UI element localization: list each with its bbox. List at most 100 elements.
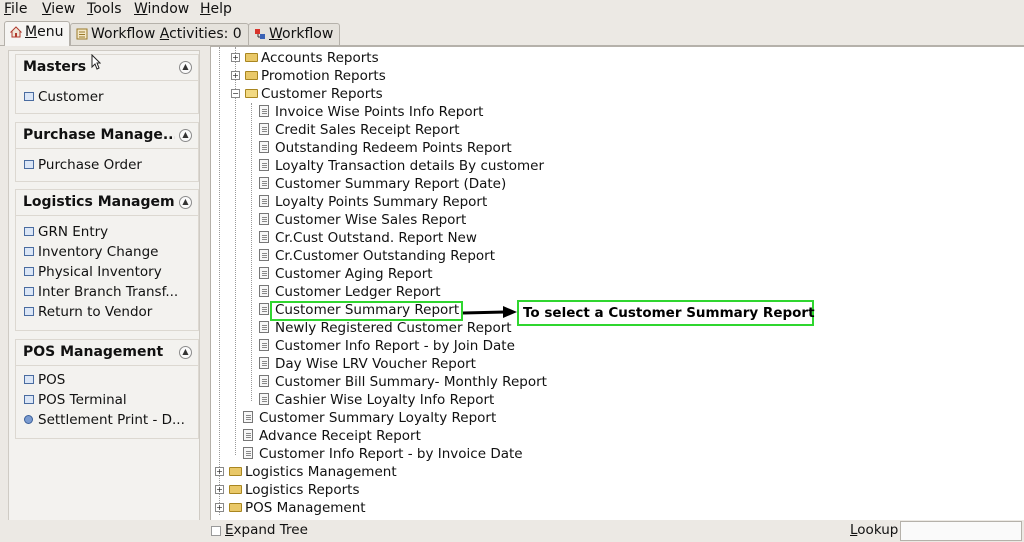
window-icon [24, 160, 34, 169]
group-header[interactable]: Logistics Managem... ▲ [16, 190, 198, 216]
tree-report[interactable]: Customer Info Report - by Join Date [259, 337, 659, 355]
window-icon [24, 287, 34, 296]
tree-folder-accounts-reports[interactable]: + Accounts Reports [231, 49, 531, 67]
tree-folder-logistics-management[interactable]: + Logistics Management [215, 463, 515, 481]
tree-report[interactable]: Day Wise LRV Voucher Report [259, 355, 659, 373]
expand-icon[interactable]: + [215, 467, 224, 476]
window-icon [24, 227, 34, 236]
report-tree: + Accounts Reports + Promotion Reports −… [210, 46, 1024, 520]
document-icon [259, 393, 269, 405]
tree-report[interactable]: Cashier Wise Loyalty Info Report [259, 391, 659, 409]
document-icon [259, 339, 269, 351]
tab-strip: Menu Workflow Activities: 0 Workflow [0, 21, 1024, 46]
collapse-icon[interactable]: ▲ [179, 129, 192, 142]
expand-tree-checkbox[interactable] [211, 526, 221, 536]
group-title: POS Management [23, 344, 164, 360]
bottom-bar: Expand Tree Lookup [0, 520, 1024, 542]
group-title: Logistics Managem... [23, 194, 175, 210]
document-icon [243, 411, 253, 423]
home-icon [10, 26, 22, 38]
tree-report[interactable]: Advance Receipt Report [243, 427, 643, 445]
document-icon [259, 195, 269, 207]
tree-folder-customer-reports[interactable]: − Customer Reports [231, 85, 531, 103]
document-icon [259, 357, 269, 369]
collapse-icon[interactable]: ▲ [179, 346, 192, 359]
tree-folder-logistics-reports[interactable]: + Logistics Reports [215, 481, 515, 499]
folder-icon [245, 53, 258, 62]
document-icon [259, 141, 269, 153]
tree-report[interactable]: Outstanding Redeem Points Report [259, 139, 659, 157]
tree-report[interactable]: Customer Bill Summary- Monthly Report [259, 373, 659, 391]
expand-icon[interactable]: + [231, 53, 240, 62]
tree-guide [235, 47, 236, 455]
window-icon [24, 307, 34, 316]
collapse-icon[interactable]: − [231, 89, 240, 98]
expand-icon[interactable]: + [215, 503, 224, 512]
tree-report[interactable]: Loyalty Points Summary Report [259, 193, 659, 211]
document-icon [259, 105, 269, 117]
tree-report[interactable]: Credit Sales Receipt Report [259, 121, 659, 139]
sidebar: Masters ▲ Customer Purchase Manage... ▲ … [8, 50, 200, 522]
menu-window[interactable]: Window [134, 0, 189, 18]
group-title: Purchase Manage... [23, 127, 175, 143]
document-icon [259, 375, 269, 387]
callout-label: To select a Customer Summary Report [517, 300, 815, 326]
document-icon [259, 177, 269, 189]
gear-icon [24, 415, 33, 424]
window-icon [24, 395, 34, 404]
group-header[interactable]: Purchase Manage... ▲ [16, 123, 198, 149]
window-icon [24, 375, 34, 384]
tab-menu[interactable]: Menu [4, 21, 71, 46]
open-folder-icon [245, 89, 258, 98]
group-header[interactable]: Masters ▲ [16, 55, 198, 81]
menu-bar: File View Tools Window Help [0, 0, 1024, 20]
menu-file[interactable]: File [4, 0, 27, 18]
document-icon [259, 159, 269, 171]
lookup-input[interactable] [900, 521, 1022, 541]
tab-workflow[interactable]: Workflow [248, 23, 341, 45]
tree-report[interactable]: Loyalty Transaction details By customer [259, 157, 659, 175]
folder-icon [229, 503, 242, 512]
lookup-label: Lookup [850, 522, 899, 538]
folder-icon [229, 467, 242, 476]
group-logistics-management: Logistics Managem... ▲ GRN Entry Invento… [15, 189, 199, 331]
menu-help[interactable]: Help [200, 0, 232, 18]
window-icon [24, 92, 34, 101]
collapse-icon[interactable]: ▲ [179, 196, 192, 209]
group-masters: Masters ▲ Customer [15, 54, 199, 114]
list-icon [76, 28, 88, 40]
tree-report[interactable]: Customer Summary Report (Date) [259, 175, 659, 193]
document-icon [259, 213, 269, 225]
workflow-icon [255, 29, 265, 39]
menu-tools[interactable]: Tools [87, 0, 122, 18]
group-purchase-management: Purchase Manage... ▲ Purchase Order [15, 122, 199, 182]
window-icon [24, 247, 34, 256]
expand-icon[interactable]: + [231, 71, 240, 80]
expand-tree-label[interactable]: Expand Tree [225, 522, 308, 538]
document-icon [259, 249, 269, 261]
document-icon [259, 231, 269, 243]
menu-view[interactable]: View [42, 0, 75, 18]
tree-report[interactable]: Customer Wise Sales Report [259, 211, 659, 229]
tab-workflow-activities[interactable]: Workflow Activities: 0 [70, 23, 249, 45]
window-icon [24, 267, 34, 276]
tree-guide [219, 47, 220, 515]
tree-report[interactable]: Invoice Wise Points Info Report [259, 103, 659, 121]
document-icon [259, 123, 269, 135]
tree-guide [251, 103, 252, 401]
collapse-icon[interactable]: ▲ [179, 61, 192, 74]
tree-report[interactable]: Cr.Customer Outstanding Report [259, 247, 659, 265]
document-icon [259, 321, 269, 333]
tree-report[interactable]: Customer Summary Loyalty Report [243, 409, 643, 427]
group-header[interactable]: POS Management ▲ [16, 340, 198, 366]
tree-folder-promotion-reports[interactable]: + Promotion Reports [231, 67, 531, 85]
expand-icon[interactable]: + [215, 485, 224, 494]
document-icon [243, 447, 253, 459]
tree-report[interactable]: Customer Ledger Report [259, 283, 659, 301]
tree-report[interactable]: Cr.Cust Outstand. Report New [259, 229, 659, 247]
tree-report[interactable]: Customer Aging Report [259, 265, 659, 283]
document-icon [259, 285, 269, 297]
tree-report[interactable]: Customer Info Report - by Invoice Date [243, 445, 643, 463]
document-icon [259, 267, 269, 279]
tree-folder-pos-management[interactable]: + POS Management [215, 499, 515, 517]
